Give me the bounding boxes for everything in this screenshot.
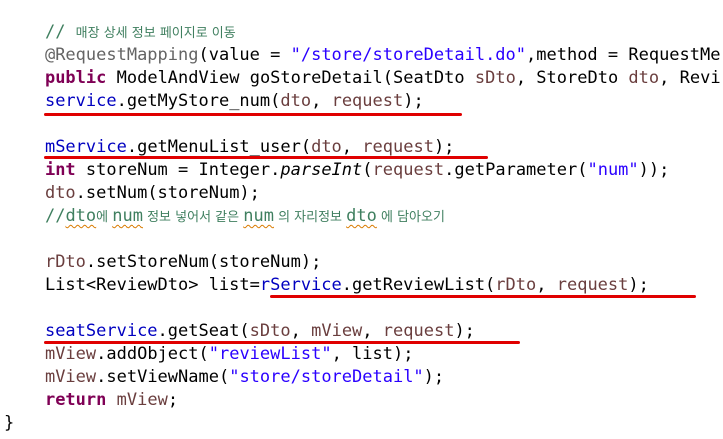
code-line-reviewlist: List<ReviewDto> list=rService.getReviewL… (4, 275, 649, 295)
code-line-annotation: @RequestMapping(value = "/store/storeDet… (4, 21, 721, 65)
method-signature: goStoreDetail(SeatDto sDto, StoreDto dto… (249, 68, 721, 88)
code-editor[interactable]: // 매장 상세 정보 페이지로 이동 @RequestMapping(valu… (0, 0, 723, 439)
code-line-return: return mView; (44, 390, 179, 410)
code-line-setstorenum: rDto.setStoreNum(storeNum); (44, 252, 322, 272)
code-line-storenum: int storeNum = Integer.parseInt(request.… (44, 160, 670, 180)
mservice-field: mService (44, 137, 127, 157)
int-keyword: int (44, 160, 76, 180)
code-line-addobject: mView.addObject("reviewList", list); (44, 344, 414, 364)
service-field: service (44, 91, 117, 111)
closing-brace: } (4, 413, 15, 433)
code-line-setviewname: mView.setViewName("store/storeDetail"); (44, 367, 445, 387)
code-line-signature: public ModelAndView goStoreDetail(SeatDt… (4, 44, 721, 88)
code-line-setnum: dto.setNum(storeNum); (44, 183, 260, 203)
public-keyword: public (44, 68, 107, 88)
return-keyword: return (44, 390, 107, 410)
code-line-mystore: service.getMyStore_num(dto, request); (44, 91, 424, 111)
highlight-underline-mystore (44, 113, 462, 116)
code-line-closing-brace: } (4, 412, 14, 435)
code-line-inline-comment: //dto에 num 정보 넣어서 같은 num 의 자리정보 dto 에 담아… (44, 206, 445, 226)
code-line-comment-header: // 매장 상세 정보 페이지로 이동 (4, 0, 236, 42)
highlight-underline-menulist (44, 156, 488, 159)
code-line-getseat: seatService.getSeat(sDto, mView, request… (44, 321, 475, 341)
return-type: ModelAndView (116, 68, 240, 88)
highlight-underline-getseat (44, 341, 520, 344)
highlight-underline-reviewlist (270, 295, 696, 298)
